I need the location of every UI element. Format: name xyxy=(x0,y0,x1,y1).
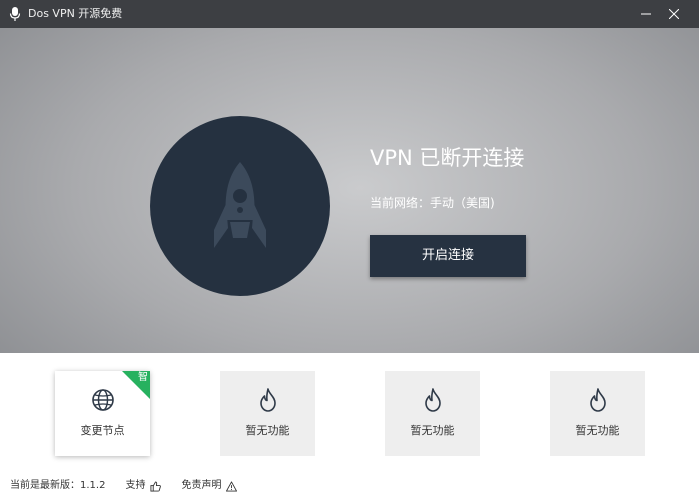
microphone-icon xyxy=(9,7,21,21)
network-value: 手动（美国) xyxy=(430,196,495,210)
rocket-icon xyxy=(214,162,266,248)
minimize-button[interactable] xyxy=(636,4,656,24)
title-bar[interactable]: Dos VPN 开源免费 xyxy=(0,0,699,28)
card-change-node[interactable]: 智 变更节点 xyxy=(55,371,150,456)
card-label: 暂无功能 xyxy=(575,424,620,437)
thumbs-up-icon xyxy=(149,480,161,492)
warning-icon xyxy=(225,480,237,492)
card-label: 变更节点 xyxy=(80,424,125,437)
card-feature-4[interactable]: 暂无功能 xyxy=(550,371,645,456)
window-title: Dos VPN 开源免费 xyxy=(28,7,123,20)
network-label: 当前网络： xyxy=(370,196,431,210)
support-link[interactable]: 支持 xyxy=(125,478,161,494)
card-label: 暂无功能 xyxy=(245,424,290,437)
close-icon xyxy=(669,9,679,19)
support-label: 支持 xyxy=(125,480,146,491)
rocket-status-circle xyxy=(150,116,330,296)
card-feature-2[interactable]: 暂无功能 xyxy=(220,371,315,456)
version-number: 1.1.2 xyxy=(80,480,106,491)
current-network: 当前网络：手动（美国) xyxy=(370,194,495,212)
status-footer: 当前是最新版： 1.1.2 支持 免责声明 xyxy=(10,478,237,494)
connect-button[interactable]: 开启连接 xyxy=(370,235,526,277)
close-button[interactable] xyxy=(664,4,684,24)
flame-icon xyxy=(420,387,446,413)
minimize-icon xyxy=(641,13,651,15)
disclaimer-link[interactable]: 免责声明 xyxy=(181,478,237,494)
vpn-status-title: VPN 已断开连接 xyxy=(370,146,525,170)
smart-badge: 智 xyxy=(138,372,148,383)
flame-icon xyxy=(255,387,281,413)
globe-icon xyxy=(90,387,116,413)
card-label: 暂无功能 xyxy=(410,424,455,437)
version-info: 当前是最新版： 1.1.2 xyxy=(10,478,105,494)
flame-icon xyxy=(585,387,611,413)
disclaimer-label: 免责声明 xyxy=(181,480,222,491)
version-label: 当前是最新版： xyxy=(10,480,80,491)
card-feature-3[interactable]: 暂无功能 xyxy=(385,371,480,456)
hero-panel: VPN 已断开连接 当前网络：手动（美国) 开启连接 xyxy=(0,28,699,353)
app-window: Dos VPN 开源免费 VPN 已断开连接 当前网络：手动（美国) 开启连接 … xyxy=(0,0,699,497)
